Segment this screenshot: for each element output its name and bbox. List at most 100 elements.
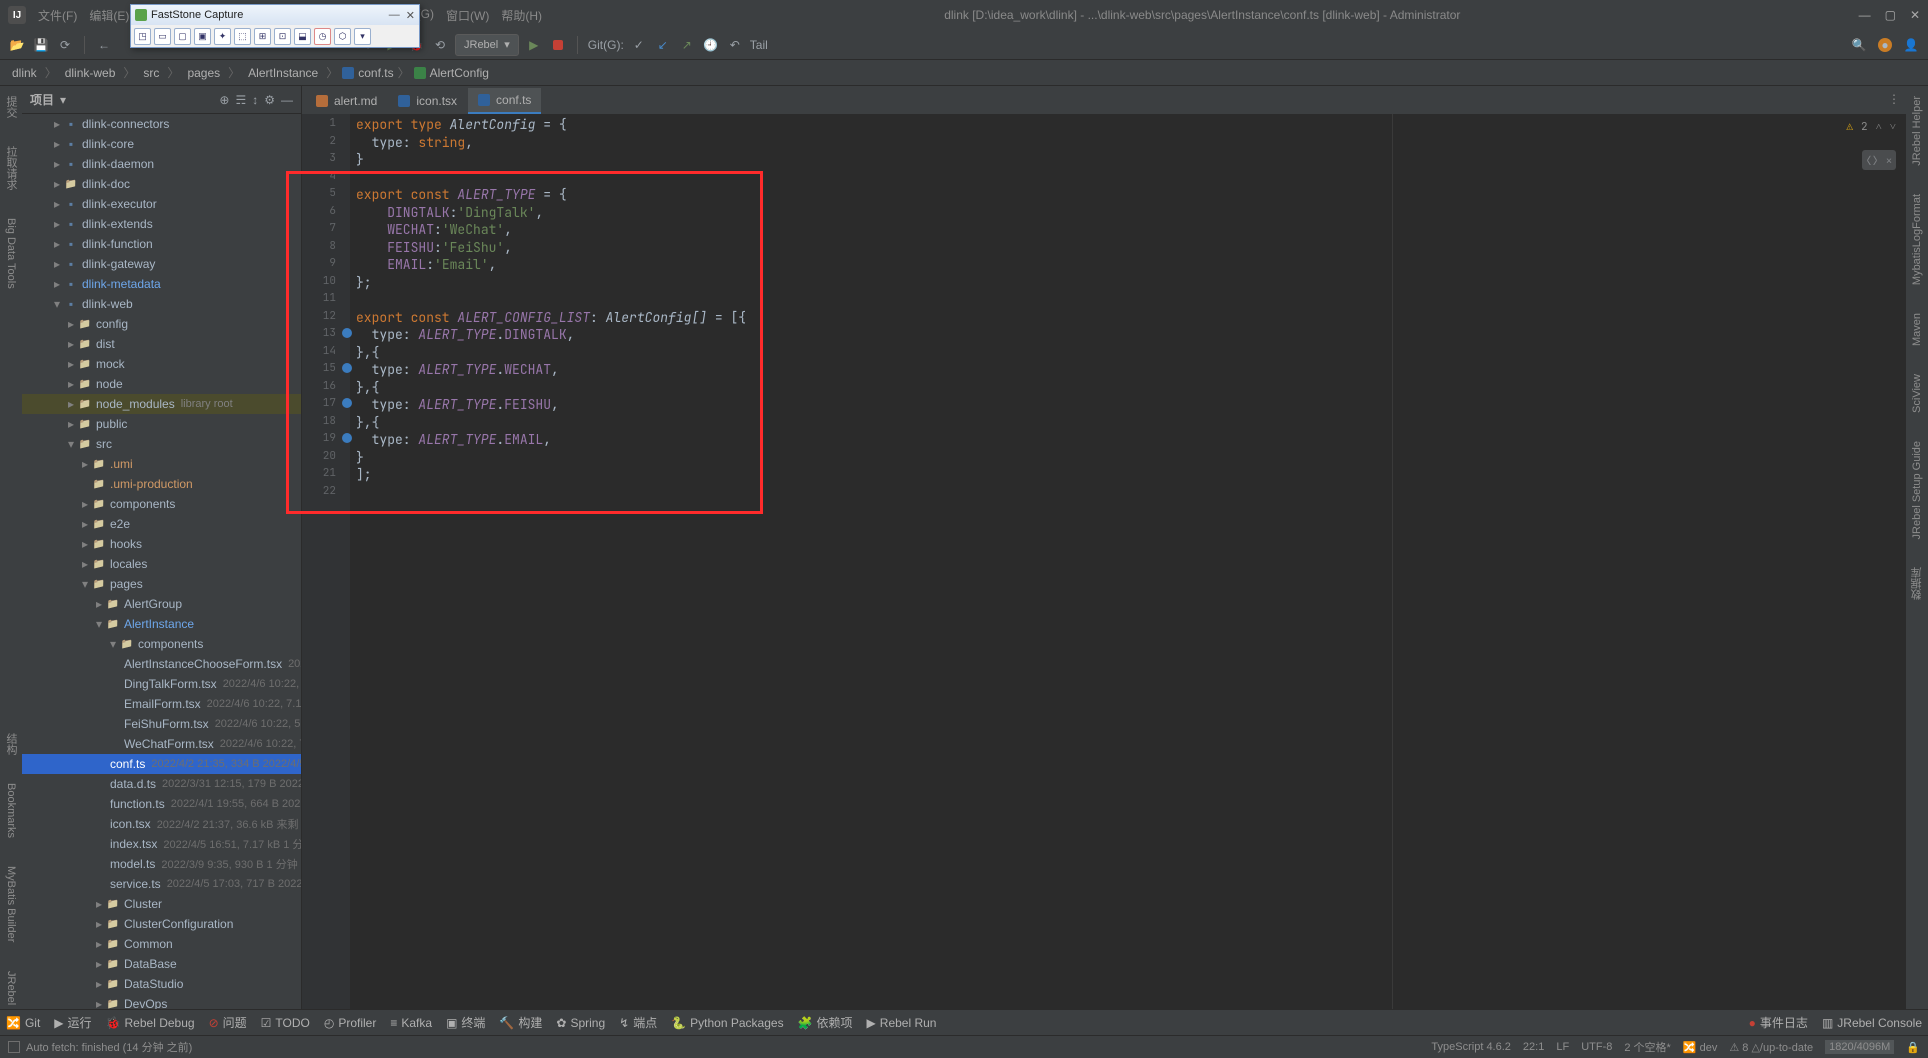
capture-tool[interactable]: ⊞	[254, 28, 271, 45]
menu-window[interactable]: 窗口(W)	[442, 5, 493, 26]
target-icon[interactable]: ⊕	[219, 93, 229, 107]
tree-row[interactable]: ▸Cluster	[22, 894, 301, 914]
bottom-tab[interactable]: ≡ Kafka	[390, 1016, 432, 1030]
down-icon[interactable]: ˅	[1890, 120, 1896, 134]
tree-row[interactable]: ▾AlertInstance	[22, 614, 301, 634]
jrebel-dropdown[interactable]: JRebel▾	[455, 34, 519, 56]
tree-arrow-icon[interactable]: ▾	[78, 577, 92, 591]
bottom-tab[interactable]: ⊘ 问题	[209, 1014, 247, 1031]
tree-row[interactable]: ▸hooks	[22, 534, 301, 554]
tree-row[interactable]: service.ts2022/4/5 17:03, 717 B 2022/4/	[22, 874, 301, 894]
capture-tool[interactable]: ⊡	[274, 28, 291, 45]
capture-tool[interactable]: ⬚	[234, 28, 251, 45]
line-number[interactable]: 17	[302, 396, 350, 414]
code-line[interactable]: type: ALERT_TYPE.EMAIL,	[350, 431, 1906, 449]
tool-jrebel[interactable]: JRebel	[3, 967, 19, 1009]
tree-row[interactable]: ▸AlertGroup	[22, 594, 301, 614]
tree-arrow-icon[interactable]: ▸	[50, 237, 64, 251]
line-number[interactable]: 18	[302, 414, 350, 432]
tree-arrow-icon[interactable]: ▸	[64, 397, 78, 411]
status-memory[interactable]: 1820/4096M	[1825, 1040, 1894, 1054]
minimize-icon[interactable]: —	[389, 9, 400, 22]
code-line[interactable]: },{	[350, 414, 1906, 432]
tool-mybatis[interactable]: MyBatis Builder	[3, 862, 19, 946]
bottom-tab[interactable]: 🐞 Rebel Debug	[106, 1016, 195, 1030]
code-line[interactable]: FEISHU:'FeiShu',	[350, 239, 1906, 257]
tree-row[interactable]: ▸dlink-extends	[22, 214, 301, 234]
code-editor[interactable]: 12345678910111213141516171819202122 expo…	[302, 114, 1906, 1009]
tree-row[interactable]: ▾components	[22, 634, 301, 654]
code-line[interactable]: export type AlertConfig = {	[350, 116, 1906, 134]
status-caret[interactable]: 22:1	[1523, 1041, 1544, 1053]
code-line[interactable]	[350, 169, 1906, 187]
notifications-icon[interactable]: ●	[1878, 38, 1892, 52]
line-number[interactable]: 4	[302, 169, 350, 187]
open-icon[interactable]: 📂	[8, 36, 26, 54]
status-typescript[interactable]: TypeScript 4.6.2	[1431, 1041, 1511, 1053]
tree-arrow-icon[interactable]: ▸	[64, 377, 78, 391]
commit-icon[interactable]: ✓	[630, 36, 648, 54]
tree-row[interactable]: ▸dlink-doc	[22, 174, 301, 194]
line-number[interactable]: 19	[302, 431, 350, 449]
collapse-icon[interactable]: ☴	[235, 93, 246, 107]
save-icon[interactable]: 💾	[32, 36, 50, 54]
tree-row[interactable]: ▸dlink-metadata	[22, 274, 301, 294]
editor-code[interactable]: export type AlertConfig = { type: string…	[350, 114, 1906, 1009]
tree-row[interactable]: ▸locales	[22, 554, 301, 574]
line-number[interactable]: 16	[302, 379, 350, 397]
update-icon[interactable]: ↙	[654, 36, 672, 54]
tool-bookmarks[interactable]: Bookmarks	[3, 779, 19, 842]
tree-arrow-icon[interactable]: ▸	[92, 997, 106, 1009]
tree-arrow-icon[interactable]: ▸	[50, 277, 64, 291]
tree-arrow-icon[interactable]: ▸	[78, 557, 92, 571]
line-number[interactable]: 6	[302, 204, 350, 222]
status-encoding[interactable]: UTF-8	[1581, 1041, 1612, 1053]
tree-arrow-icon[interactable]: ▾	[92, 617, 106, 631]
stop-icon[interactable]	[549, 36, 567, 54]
editor-tab-active[interactable]: conf.ts	[468, 88, 541, 114]
tree-row[interactable]: WeChatForm.tsx2022/4/6 10:22, 7.0	[22, 734, 301, 754]
tree-arrow-icon[interactable]: ▸	[64, 357, 78, 371]
tree-row[interactable]: ▸Common	[22, 934, 301, 954]
code-line[interactable]: WECHAT:'WeChat',	[350, 221, 1906, 239]
tree-row[interactable]: ▾src	[22, 434, 301, 454]
reader-mode-icon[interactable]: ⟨⟩✕	[1862, 150, 1896, 170]
tree-row[interactable]: AlertInstanceChooseForm.tsx2022	[22, 654, 301, 674]
up-icon[interactable]: ˄	[1876, 120, 1882, 134]
tree-arrow-icon[interactable]: ▸	[92, 937, 106, 951]
menu-edit[interactable]: 编辑(E)	[85, 5, 133, 26]
capture-tool[interactable]: ▣	[194, 28, 211, 45]
line-number[interactable]: 12	[302, 309, 350, 327]
history-icon[interactable]: 🕘	[702, 36, 720, 54]
bottom-tab[interactable]: ☑ TODO	[261, 1016, 310, 1030]
capture-tool[interactable]: ⬡	[334, 28, 351, 45]
faststone-titlebar[interactable]: FastStone Capture — ✕	[131, 5, 419, 25]
tree-arrow-icon[interactable]: ▸	[78, 517, 92, 531]
status-branch[interactable]: 🔀 dev	[1683, 1041, 1718, 1054]
line-number[interactable]: 21	[302, 466, 350, 484]
tree-row[interactable]: model.ts2022/3/9 9:35, 930 B 1 分钟 之前	[22, 854, 301, 874]
tree-row[interactable]: icon.tsx2022/4/2 21:37, 36.6 kB 来剩 之前	[22, 814, 301, 834]
code-line[interactable]: }	[350, 449, 1906, 467]
code-line[interactable]: type: ALERT_TYPE.WECHAT,	[350, 361, 1906, 379]
tool-bigdata[interactable]: Big Data Tools	[3, 214, 19, 293]
menu-file[interactable]: 文件(F)	[34, 5, 81, 26]
line-number[interactable]: 20	[302, 449, 350, 467]
tree-row[interactable]: ▸dlink-core	[22, 134, 301, 154]
code-line[interactable]: },{	[350, 344, 1906, 362]
tree-row[interactable]: ▾dlink-web	[22, 294, 301, 314]
status-linesep[interactable]: LF	[1556, 1041, 1569, 1053]
tree-arrow-icon[interactable]: ▾	[50, 297, 64, 311]
tree-arrow-icon[interactable]: ▸	[64, 337, 78, 351]
bottom-tab[interactable]: ✿ Spring	[556, 1016, 605, 1030]
code-line[interactable]: },{	[350, 379, 1906, 397]
line-number[interactable]: 22	[302, 484, 350, 502]
breadcrumb-file[interactable]: conf.ts	[342, 66, 393, 80]
bottom-tab[interactable]: ▥ JRebel Console	[1822, 1014, 1922, 1031]
bottom-tab[interactable]: ● 事件日志	[1749, 1014, 1808, 1031]
tree-arrow-icon[interactable]: ▸	[50, 177, 64, 191]
tree-row[interactable]: ▸DevOps	[22, 994, 301, 1009]
bottom-tab[interactable]: ◴ Profiler	[324, 1016, 377, 1030]
capture-tool[interactable]: ▢	[174, 28, 191, 45]
bottom-tab[interactable]: ▶ 运行	[54, 1014, 91, 1031]
